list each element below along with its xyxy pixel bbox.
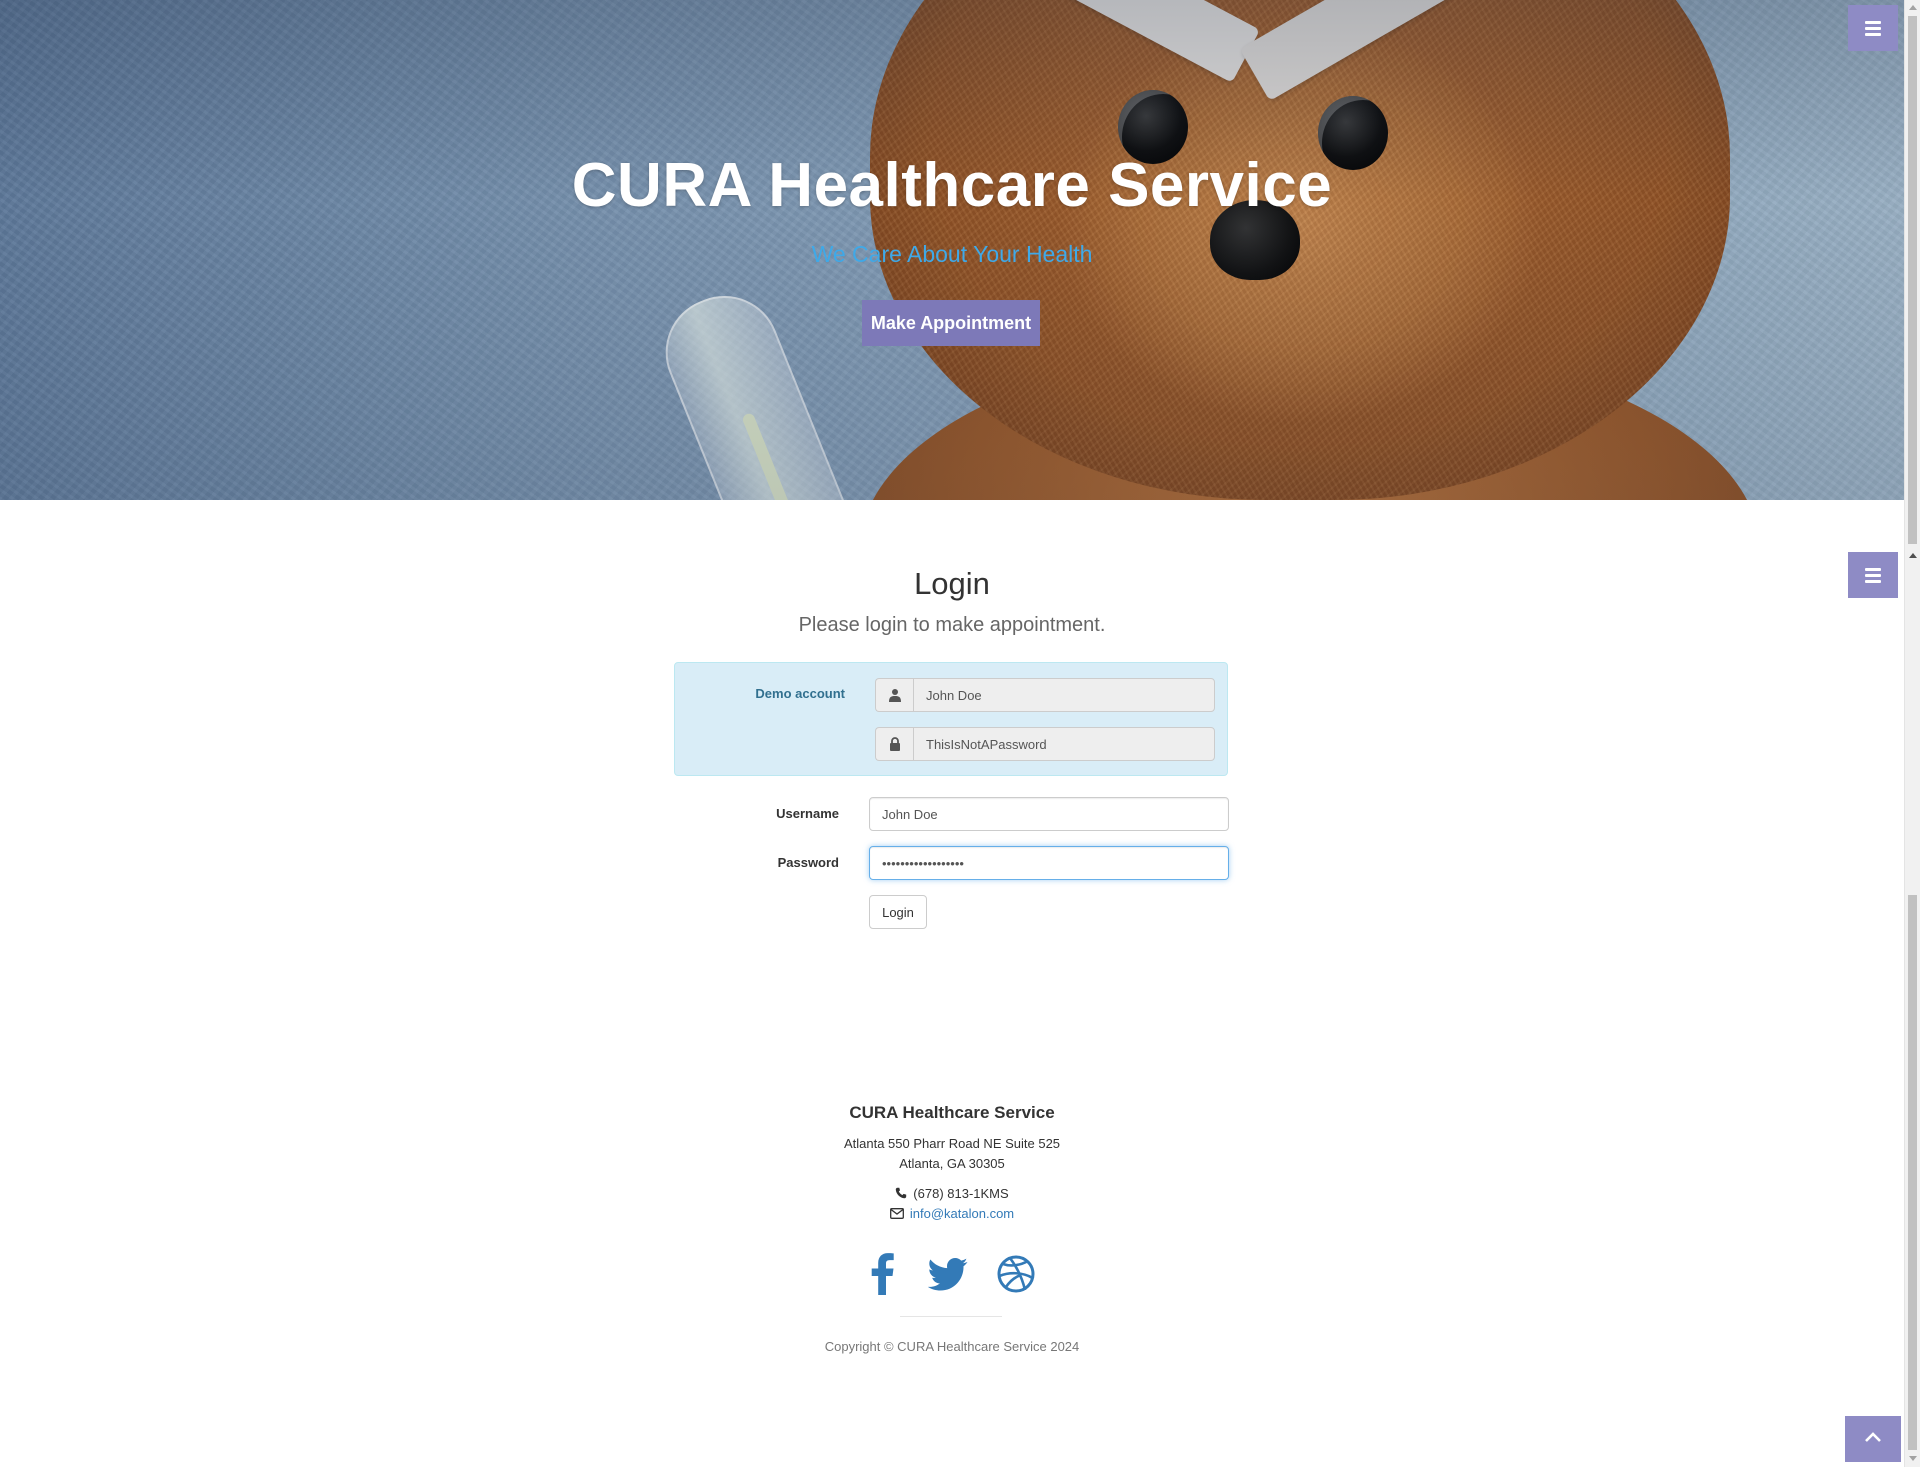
bars-icon bbox=[1865, 20, 1881, 36]
footer-phone: (678) 813-1KMS bbox=[913, 1186, 1009, 1201]
chevron-up-icon bbox=[1864, 1430, 1882, 1448]
scroll-down-arrow-icon[interactable] bbox=[1909, 1456, 1917, 1461]
username-input[interactable] bbox=[869, 797, 1229, 831]
password-label: Password bbox=[777, 855, 839, 870]
hero-title: CURA Healthcare Service bbox=[571, 151, 1333, 220]
scrollbar-thumb[interactable] bbox=[1908, 895, 1917, 1450]
user-icon bbox=[875, 678, 913, 712]
dribbble-icon[interactable] bbox=[992, 1250, 1040, 1298]
scroll-up-arrow-icon[interactable] bbox=[1909, 5, 1917, 10]
footer-copyright: Copyright © CURA Healthcare Service 2024 bbox=[824, 1339, 1080, 1354]
hero-banner: CURA Healthcare Service We Care About Yo… bbox=[0, 0, 1904, 500]
menu-toggle-button[interactable] bbox=[1848, 5, 1898, 51]
demo-password-group bbox=[875, 727, 1215, 761]
scroll-up-arrow-icon bbox=[1909, 553, 1917, 558]
footer-address-line2: Atlanta, GA 30305 bbox=[899, 1156, 1005, 1171]
demo-account-label: Demo account bbox=[755, 686, 845, 701]
scrollbar-thumb[interactable] bbox=[1908, 16, 1917, 544]
demo-account-panel: Demo account bbox=[674, 662, 1228, 776]
footer-email-link[interactable]: info@katalon.com bbox=[910, 1206, 1014, 1221]
twitter-icon[interactable] bbox=[924, 1250, 972, 1298]
username-label: Username bbox=[776, 806, 839, 821]
login-heading: Login bbox=[914, 566, 990, 601]
demo-password-field[interactable] bbox=[913, 727, 1215, 761]
demo-username-group bbox=[875, 678, 1215, 712]
lock-icon bbox=[875, 727, 913, 761]
scroll-to-top-button[interactable] bbox=[1845, 1416, 1901, 1462]
make-appointment-button[interactable]: Make Appointment bbox=[862, 300, 1040, 346]
demo-username-field[interactable] bbox=[913, 678, 1215, 712]
envelope-icon bbox=[889, 1207, 904, 1222]
footer-divider bbox=[900, 1316, 1002, 1317]
footer-email-row: info@katalon.com bbox=[0, 1206, 1904, 1222]
phone-icon bbox=[895, 1187, 907, 1202]
footer-address-line1: Atlanta 550 Pharr Road NE Suite 525 bbox=[843, 1136, 1061, 1151]
page: CURA Healthcare Service We Care About Yo… bbox=[0, 0, 1904, 1467]
login-subheading: Please login to make appointment. bbox=[798, 614, 1106, 636]
login-button[interactable]: Login bbox=[869, 895, 927, 929]
page-scrollbar[interactable] bbox=[1904, 0, 1920, 1467]
footer-title: CURA Healthcare Service bbox=[849, 1103, 1055, 1122]
footer-phone-row: (678) 813-1KMS bbox=[0, 1186, 1904, 1202]
password-input[interactable] bbox=[869, 846, 1229, 880]
facebook-icon[interactable] bbox=[858, 1250, 906, 1298]
hero-subtitle: We Care About Your Health bbox=[811, 241, 1093, 267]
